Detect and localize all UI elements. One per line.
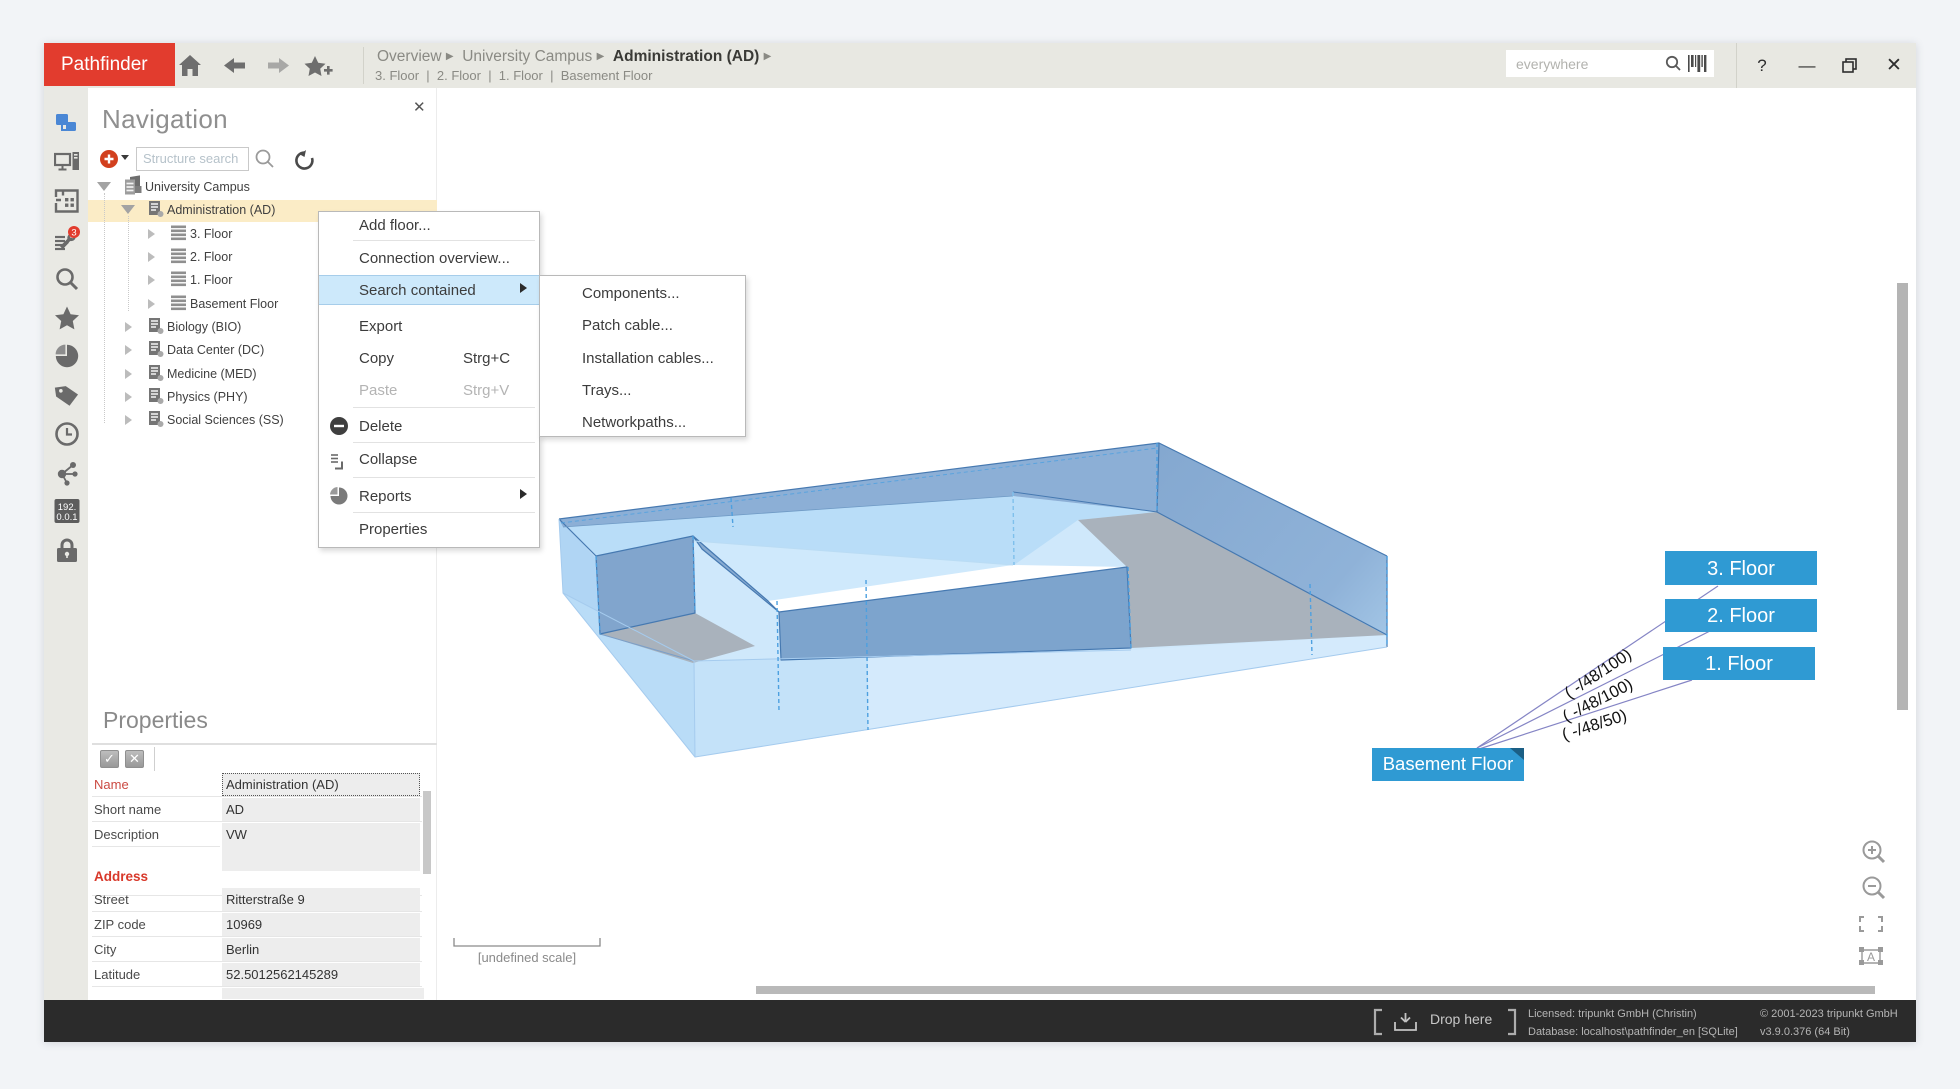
svg-text:A: A bbox=[1867, 950, 1875, 964]
svg-text:[undefined scale]: [undefined scale] bbox=[478, 950, 576, 965]
svg-text:2. Floor: 2. Floor bbox=[1707, 605, 1775, 627]
svg-text:3: 3 bbox=[71, 227, 76, 238]
svg-text:3. Floor: 3. Floor bbox=[1707, 558, 1775, 580]
svg-text:Basement Floor: Basement Floor bbox=[1383, 753, 1514, 774]
svg-text:0.0.1: 0.0.1 bbox=[56, 512, 77, 523]
svg-text:1. Floor: 1. Floor bbox=[1705, 653, 1773, 675]
